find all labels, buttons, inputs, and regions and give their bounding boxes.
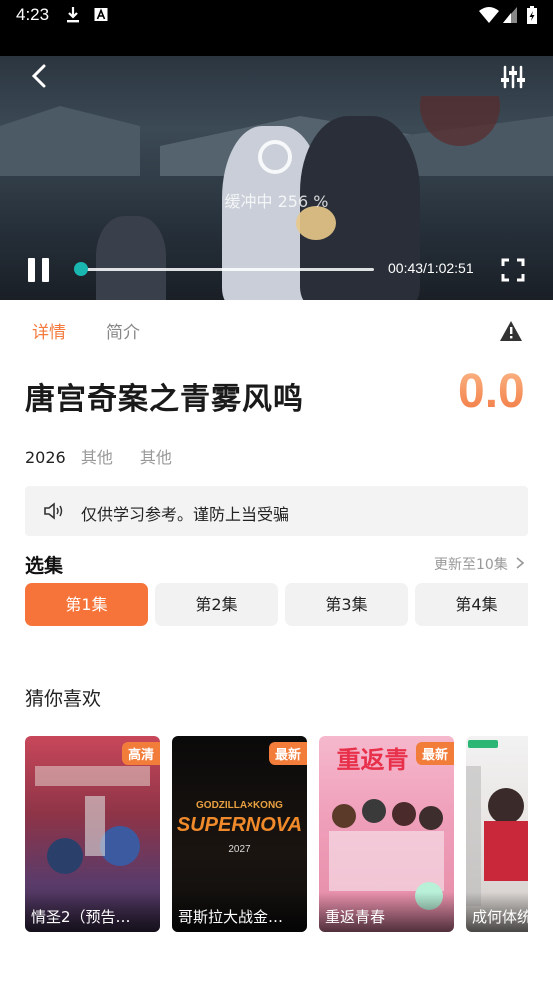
recommendation-list: 高清 情圣2（预告… GODZILLA×KONG SUPERNOVA 2027 … (25, 736, 528, 932)
poster-logo: SUPERNOVA (176, 814, 303, 836)
status-bar: 4:23 (0, 0, 553, 56)
back-arrow-icon[interactable] (28, 64, 52, 88)
episode-button-2[interactable]: 第2集 (155, 583, 278, 626)
speaker-icon (44, 502, 63, 520)
quality-badge: 高清 (121, 742, 160, 765)
pause-button[interactable] (28, 258, 50, 282)
chevron-right-icon (516, 557, 524, 569)
tab-intro[interactable]: 简介 (106, 318, 140, 343)
episode-list: 第1集 第2集 第3集 第4集 (25, 583, 528, 627)
video-player[interactable]: 缓冲中 256 % 00:43/1:02:51 (0, 56, 553, 300)
show-genre: 其他 (80, 448, 113, 467)
episodes-title: 选集 (25, 555, 64, 577)
download-icon (67, 7, 79, 23)
episodes-update-link[interactable]: 更新至10集 (434, 554, 524, 574)
progress-thumb[interactable] (73, 262, 88, 276)
tab-details[interactable]: 详情 (32, 318, 66, 343)
video-figure-child (96, 216, 166, 300)
loading-spinner-icon (258, 140, 292, 174)
pause-icon (28, 258, 35, 282)
show-score: 0.0 (458, 365, 525, 418)
battery-charging-icon (527, 6, 537, 24)
episode-button-3[interactable]: 第3集 (285, 583, 408, 626)
recommendation-card-2[interactable]: GODZILLA×KONG SUPERNOVA 2027 最新 哥斯拉大战金… (172, 736, 307, 932)
notice-text: 仅供学习参考。谨防上当受骗 (81, 505, 290, 524)
player-settings-icon[interactable] (500, 64, 526, 90)
episodes-update-text: 更新至10集 (434, 557, 508, 573)
status-time: 4:23 (16, 5, 50, 24)
app-notification-icon (94, 8, 108, 21)
progress-track[interactable] (78, 268, 374, 271)
show-year: 2026 (25, 448, 66, 467)
report-warning-icon[interactable] (499, 320, 523, 342)
recommendation-card-1[interactable]: 高清 情圣2（预告… (25, 736, 160, 932)
recommendation-title: 成何体统 (466, 892, 528, 932)
signal-icon (503, 7, 517, 23)
recommendations-title: 猜你喜欢 (25, 688, 102, 710)
show-title: 唐宫奇案之青雾风鸣 (25, 382, 304, 417)
wifi-icon (479, 7, 499, 23)
poster-subtitle: GODZILLA×KONG (196, 800, 283, 811)
recommendation-title: 情圣2（预告… (25, 892, 160, 932)
episode-button-1[interactable]: 第1集 (25, 583, 148, 626)
recommendation-card-3[interactable]: 重返青 最新 重返青春 (319, 736, 454, 932)
show-region: 其他 (139, 448, 172, 467)
recommendation-title: 哥斯拉大战金… (172, 892, 307, 932)
platform-logo-icon (468, 740, 498, 748)
poster-year: 2027 (228, 844, 251, 855)
playback-timecode: 00:43/1:02:51 (388, 260, 474, 276)
fullscreen-icon[interactable] (501, 258, 525, 282)
show-meta: 2026 其他 其他 (25, 444, 194, 468)
buffering-text: 缓冲中 256 % (224, 192, 329, 211)
quality-badge: 最新 (415, 742, 454, 765)
quality-badge: 最新 (268, 742, 307, 765)
episode-button-4[interactable]: 第4集 (415, 583, 528, 626)
notice-banner: 仅供学习参考。谨防上当受骗 (25, 486, 528, 536)
recommendation-card-4[interactable]: 成何体统 (466, 736, 528, 932)
recommendation-title: 重返青春 (319, 892, 454, 932)
